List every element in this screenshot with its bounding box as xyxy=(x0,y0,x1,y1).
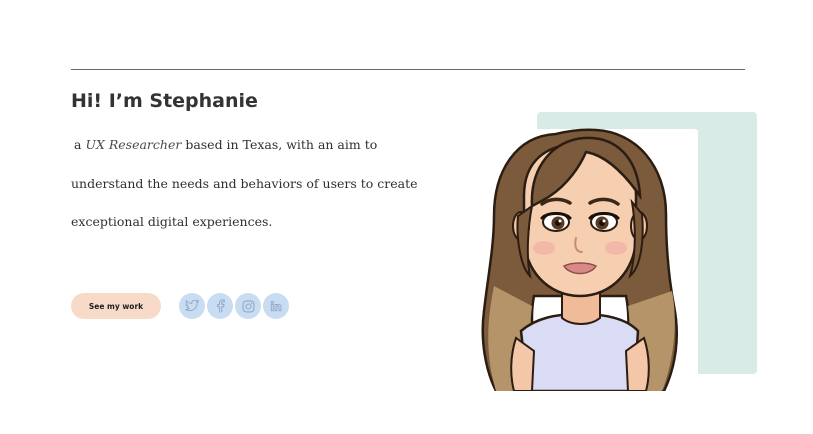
intro-paragraph: a UX Researcher based in Texas, with an … xyxy=(71,126,451,242)
facebook-icon xyxy=(216,299,225,313)
role-text: UX Researcher xyxy=(85,137,182,152)
twitter-icon xyxy=(185,300,199,312)
portfolio-hero: Hi! I’m Stephanie a UX Researcher based … xyxy=(0,0,813,434)
twitter-link[interactable] xyxy=(179,293,205,319)
top-divider xyxy=(71,69,745,70)
see-my-work-button[interactable]: See my work xyxy=(71,293,161,319)
linkedin-icon xyxy=(270,300,282,312)
instagram-link[interactable] xyxy=(235,293,261,319)
facebook-link[interactable] xyxy=(207,293,233,319)
social-links xyxy=(179,293,289,319)
page-title: Hi! I’m Stephanie xyxy=(71,90,258,112)
instagram-icon xyxy=(242,300,254,312)
avatar xyxy=(476,126,686,391)
intro-prefix: a xyxy=(74,137,82,152)
linkedin-link[interactable] xyxy=(263,293,289,319)
